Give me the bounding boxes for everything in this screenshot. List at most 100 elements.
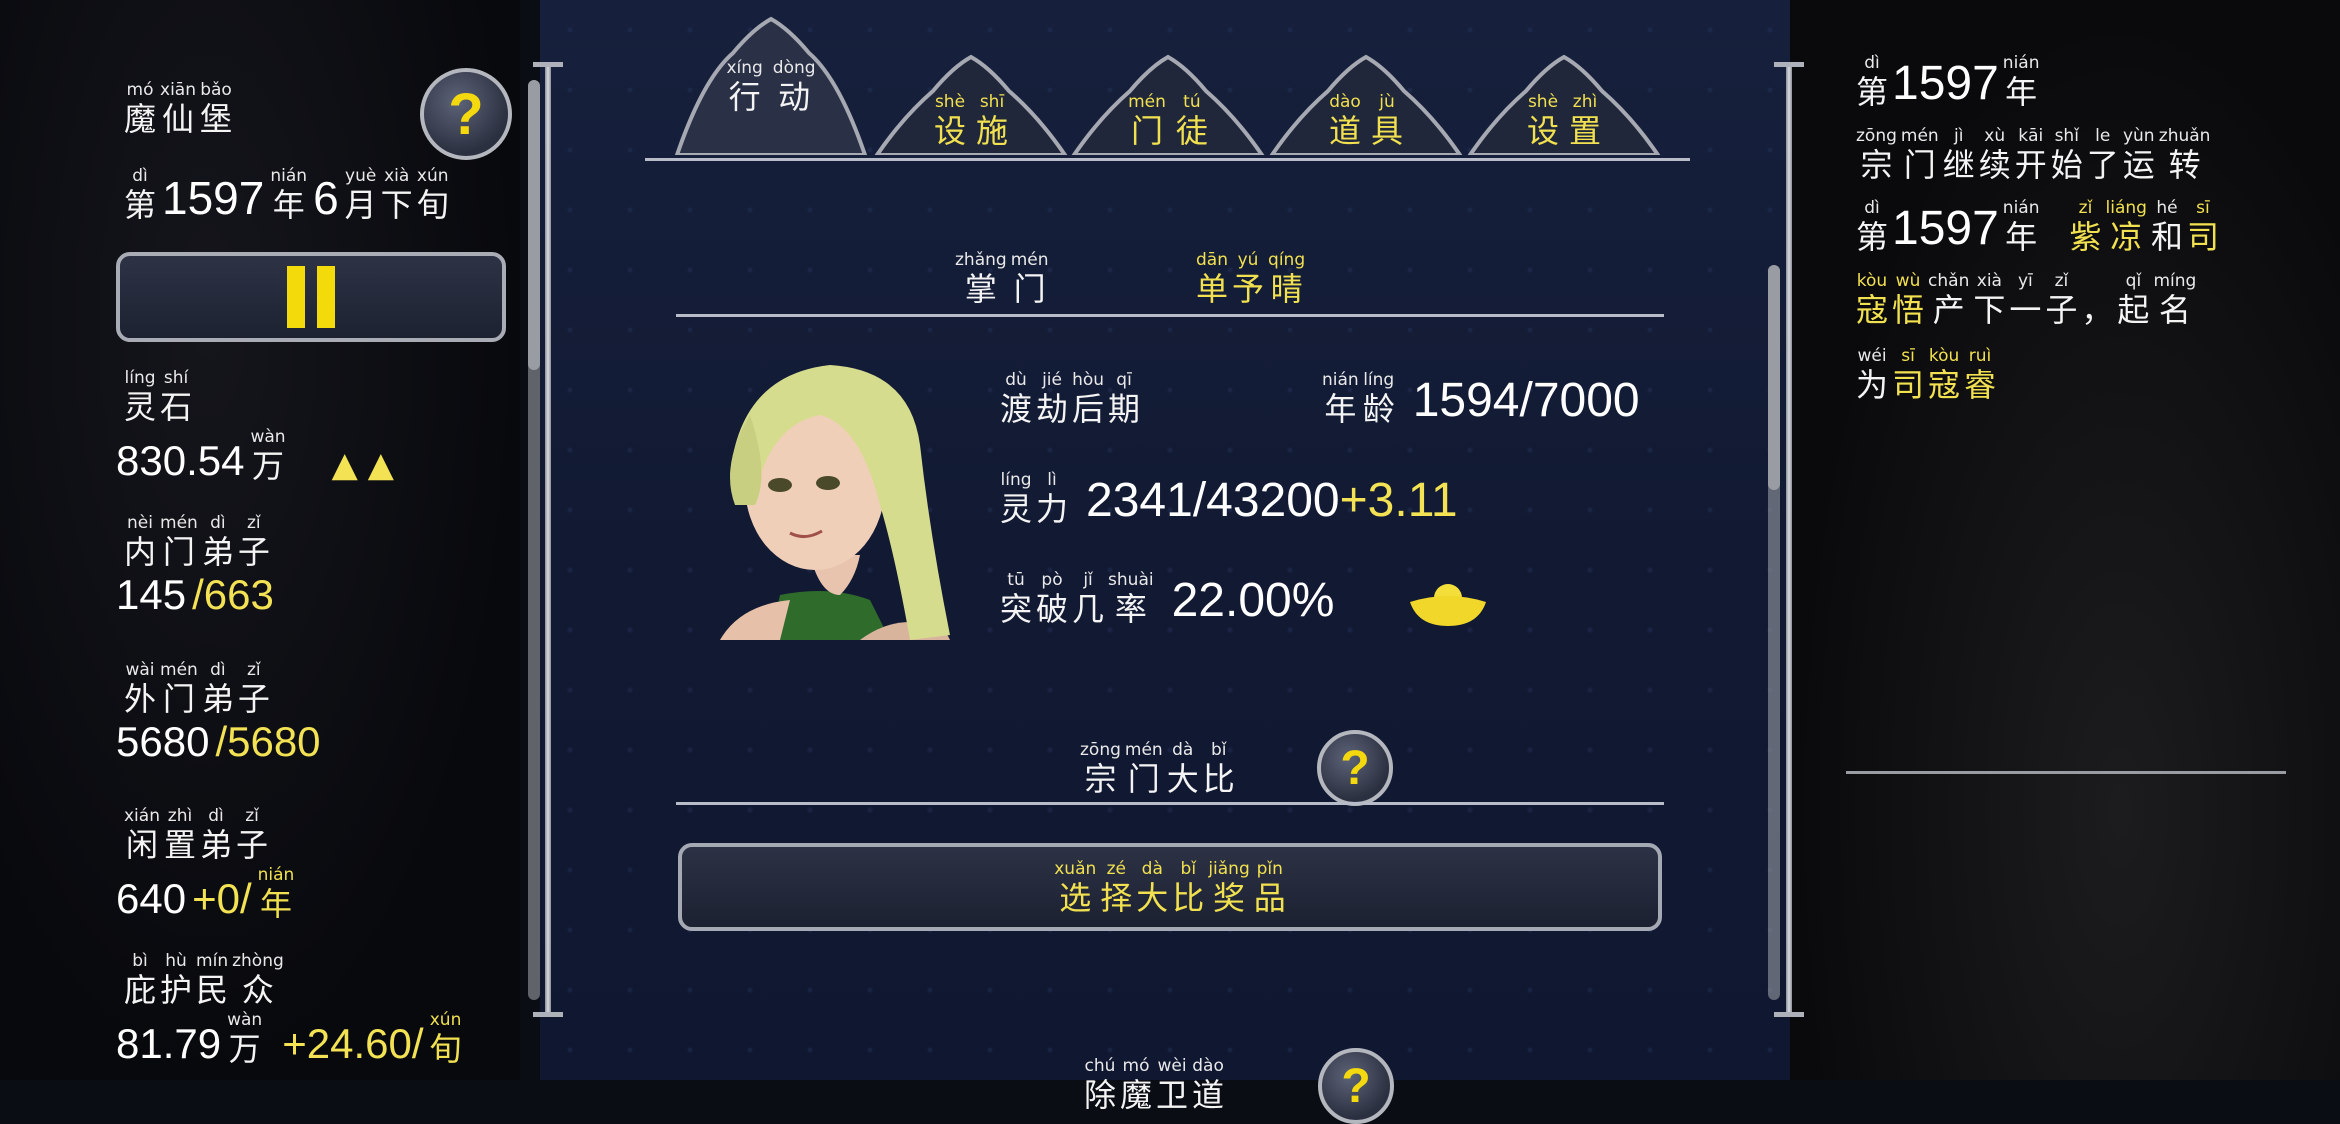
pinyin: bǐ [1210,740,1227,760]
pinyin: mén [1124,740,1163,760]
ruby-char: shí 石 [160,370,192,424]
hanzi: 期 [1108,390,1141,428]
ruby-char: xián 闲 [124,808,160,864]
ruby-char: xuǎn 选 [1054,858,1097,917]
pinyin: xún [416,166,449,186]
stat-value-secondary: +24.60/ [282,1020,424,1067]
hanzi: 民 [196,971,229,1009]
pinyin: wéi [1857,346,1887,366]
tab-0[interactable]: xíng 行 dòng 动 [673,15,869,155]
ruby-char: qī 期 [1108,372,1141,428]
tab-4[interactable]: shè 设 zhì 置 [1466,15,1662,155]
pinyin: yú [1237,250,1259,270]
pinyin: bì [132,951,148,971]
help-button-top[interactable]: ? [420,68,512,160]
pinyin: hù [165,951,187,971]
pinyin: kòu [1856,271,1888,291]
stat-value-row: 640 +0/nián 年 [116,867,294,922]
pinyin: sī [1901,346,1915,366]
hanzi: 了 [2086,146,2119,184]
log-text: nián 年 [2003,55,2040,109]
hanzi: 众 [241,971,274,1009]
pinyin: dì [210,513,226,533]
tab-1[interactable]: shè 设 shī 施 [873,15,1069,155]
stat-block: xián 闲 zhì 置 dì 弟 zǐ 子 640 +0/nián 年 [116,808,294,921]
stat-block: nèi 内 mén 门 dì 弟 zǐ 子 145/663 [116,513,274,616]
ruby-char: tū 突 [1000,572,1033,628]
gold-ingot-icon[interactable] [1408,580,1488,630]
ruby-char: sī 司 [2187,200,2219,254]
leader-power: líng 灵 lì 力 2341/43200+3.11 [1000,470,1458,528]
hanzi: 起 [2117,291,2150,329]
pinyin: nèi [127,513,153,533]
pinyin: wài [125,660,155,680]
hanzi: 突 [1000,590,1033,628]
pinyin: qǐ [2125,271,2142,291]
left-rail-cap-top [533,62,563,67]
pinyin: mén [160,513,198,533]
hanzi: 闲 [125,826,158,864]
tab-label: mén 门 tú 徒 [1128,94,1208,148]
pinyin: shī [979,92,1005,112]
tab-2[interactable]: mén 门 tú 徒 [1070,15,1266,155]
help-button-contest[interactable]: ? [1317,730,1393,806]
ruby-char: kòu 寇 [1856,271,1888,327]
hanzi: 奖 [1213,878,1246,917]
pause-button[interactable] [116,252,506,342]
left-scrollbar-thumb[interactable] [528,80,540,370]
ruby-char: dì 第 [1856,55,1888,109]
log-text: kòu 寇 wù 悟 [1856,271,1924,327]
hanzi: 第 [1856,218,1889,256]
hanzi: 选 [1059,878,1092,917]
ruby-char: qíng 晴 [1268,252,1305,306]
pinyin: mén [1900,126,1939,146]
log-entry: dì 第 1597 nián 年 [1856,55,2040,109]
pinyin: xuǎn [1054,858,1097,879]
hanzi: 宗 [1860,146,1893,184]
pinyin: liáng [2105,198,2147,218]
log-text: zǐ 紫 liáng 凉 [2070,198,2147,254]
stat-unit: wàn 万 [227,1012,262,1066]
pinyin: xún [429,1010,462,1030]
ruby-char: zhòng 众 [232,953,284,1009]
hanzi: 继 [1942,146,1975,184]
pinyin: nián [1322,370,1359,390]
ruby-char: xún 旬 [416,166,449,222]
pinyin: shè [1527,92,1559,112]
hanzi: 月 [344,186,377,224]
leader-portrait[interactable] [710,355,955,640]
center-scrollbar-thumb[interactable] [1768,265,1780,490]
pinyin: zōng [1856,126,1897,146]
ruby-char: le 了 [2086,128,2119,184]
ruby-char: nián 年 [1322,370,1359,426]
ruby-char: ， [2081,273,2113,326]
tab-3[interactable]: dào 道 jù 具 [1268,15,1464,155]
hanzi: 施 [976,112,1009,150]
hanzi: 予 [1232,270,1265,308]
leader-name[interactable]: dān 单 yú 予 qíng 晴 [1196,250,1305,308]
stat-value: 5680 [116,718,210,765]
stat-value-row: 145/663 [116,574,274,616]
hanzi: 大 [1136,878,1169,917]
stat-value-secondary: +0/ [192,875,252,922]
ruby-char: liáng 凉 [2105,198,2147,254]
ruby-char: dì 第 [124,168,156,222]
pinyin: mén [1010,250,1049,270]
pinyin: mín [196,951,229,971]
portrait-image [720,365,950,640]
hanzi: 道 [1328,112,1361,150]
pinyin: mó [1122,1056,1150,1076]
left-rail-cap-bottom [533,1012,563,1017]
stat-value-row: 81.79 wàn 万 +24.60/xún 旬 [116,1010,462,1067]
select-prize-button[interactable]: xuǎn 选 zé 择 dà 大 bǐ 比 jiǎng 奖 pǐn 品 [678,843,1662,931]
ruby-char: shè 设 [1527,92,1559,148]
hanzi: 弟 [201,533,234,571]
ruby-char: shè 设 [934,94,966,148]
pinyin: pò [1041,570,1063,590]
log-text: dì 第 [1856,55,1888,109]
hanzi: 和 [2150,218,2183,256]
hanzi: 除 [1084,1076,1117,1114]
pinyin: kòu [1928,346,1960,366]
ruby-char: yuè 月 [344,168,377,224]
help-button-next[interactable]: ? [1318,1048,1394,1124]
